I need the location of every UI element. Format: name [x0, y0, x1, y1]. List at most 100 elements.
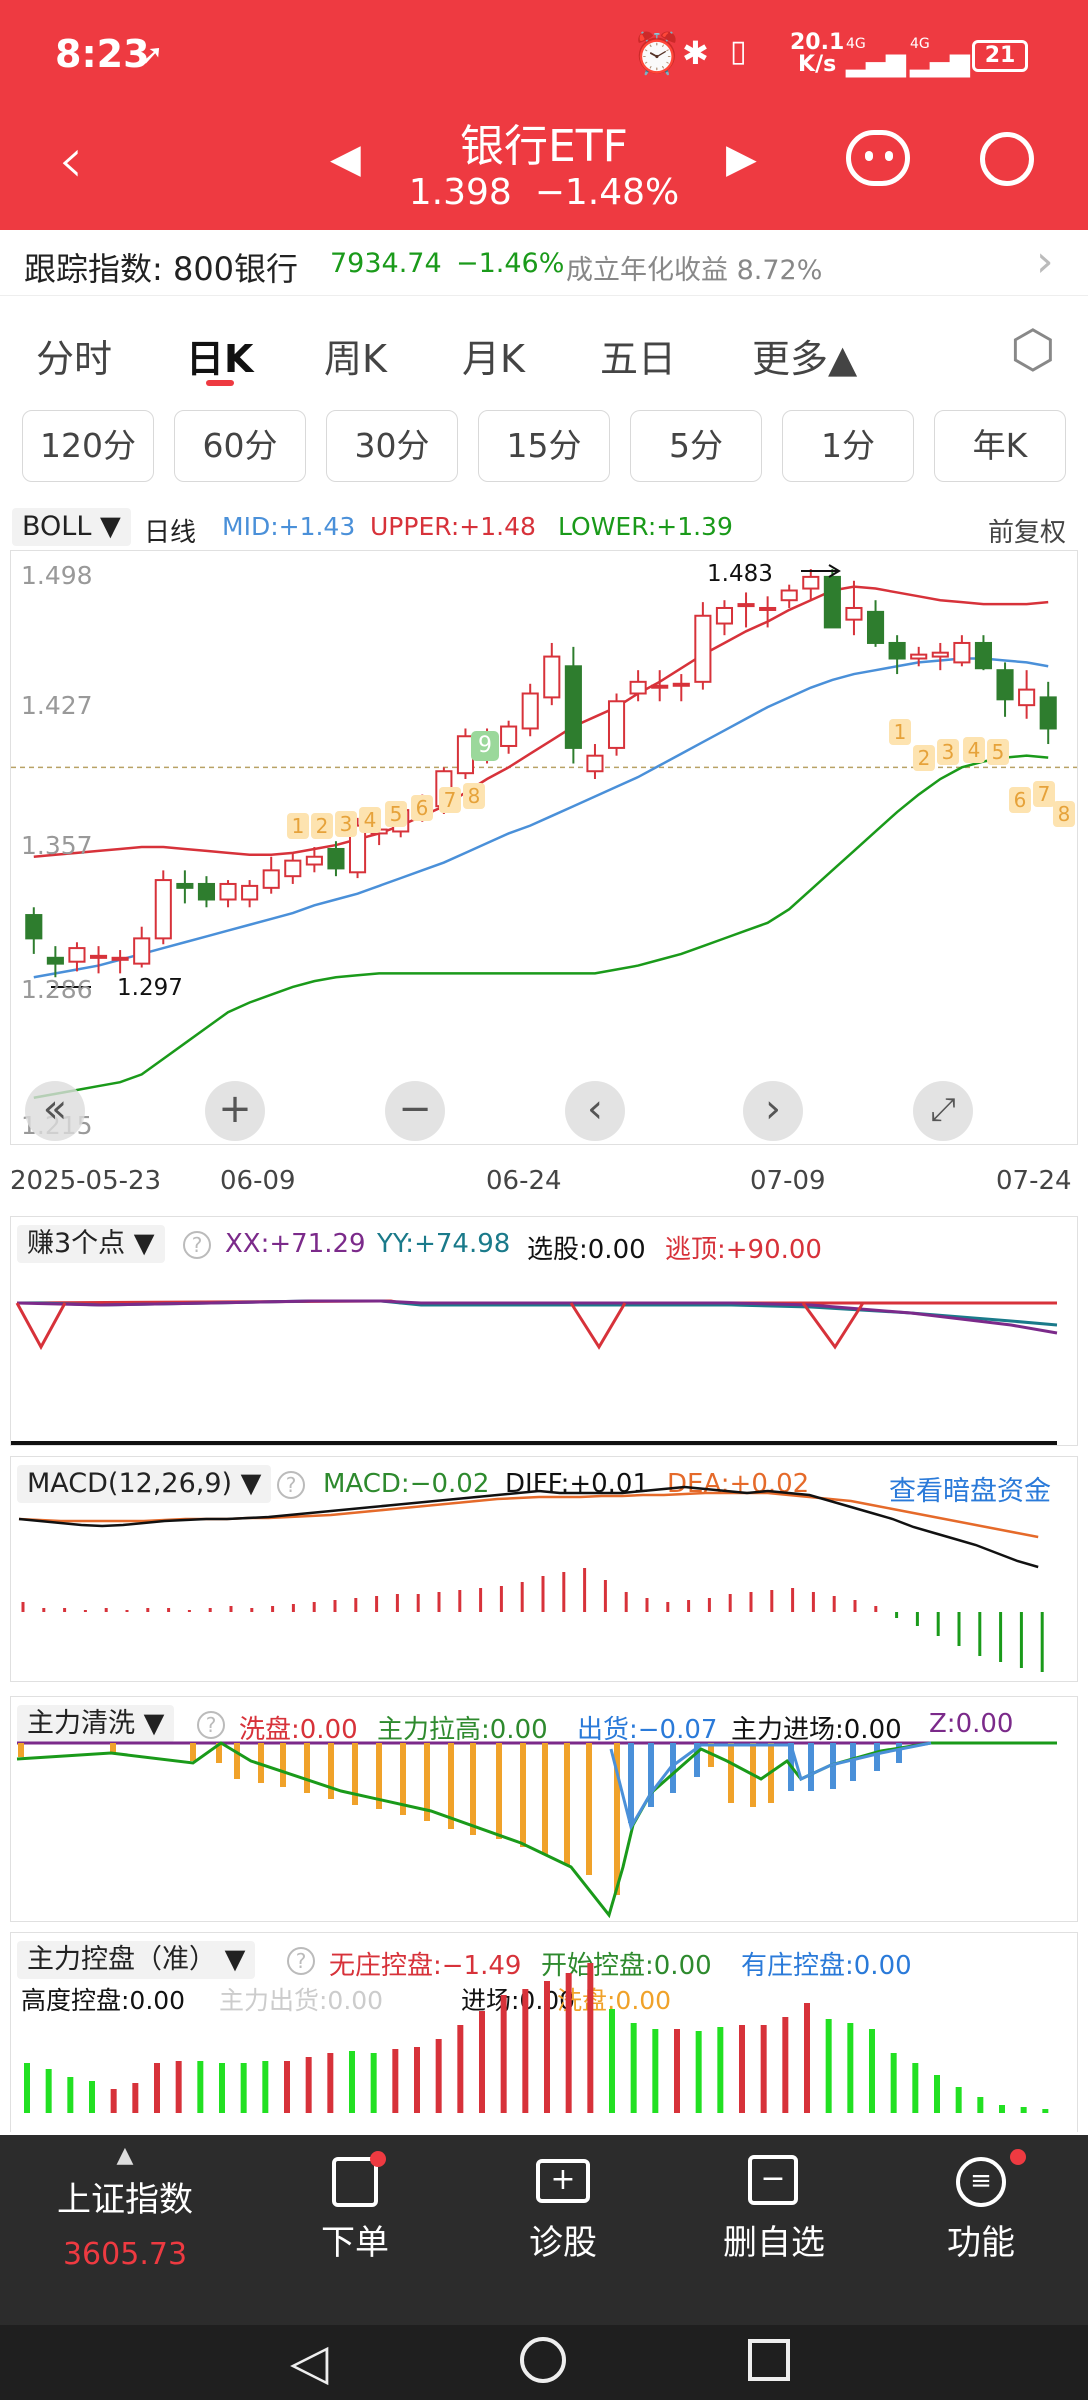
boll-mid-value: MID:+1.43 — [222, 512, 356, 541]
zoom-in-icon[interactable]: + — [205, 1081, 265, 1141]
stock-title: 银行ETF — [460, 121, 628, 172]
candle-body — [305, 855, 323, 866]
sequence-badge-text: 3 — [340, 812, 353, 836]
candle-body — [25, 914, 43, 940]
candle-body — [68, 947, 86, 963]
sequence-badge: 6 — [1009, 787, 1031, 813]
period-30min-button[interactable]: 30分 — [326, 410, 458, 482]
candle-body — [910, 653, 928, 660]
robot-icon[interactable] — [846, 130, 910, 186]
candle — [823, 569, 841, 629]
nav-order-label: 下单 — [321, 2223, 389, 2263]
period-120min-button[interactable]: 120分 — [22, 410, 154, 482]
candle-body — [219, 882, 237, 901]
period-1min-button[interactable]: 1分 — [782, 410, 914, 482]
sequence-badge: 7 — [1033, 781, 1055, 807]
y-tick-4: 1.286 — [21, 975, 93, 1004]
system-recents-icon[interactable] — [748, 2339, 790, 2381]
boll-mid-line — [33, 657, 1049, 979]
candle-body — [241, 884, 259, 901]
period-yearly-button[interactable]: 年K — [934, 410, 1066, 482]
nav-function[interactable]: ≡ 功能 — [906, 2135, 1056, 2264]
signal-icon-1: ▂▄▆ — [846, 48, 906, 78]
tracking-index-bar[interactable]: 跟踪指数: 800银行 7934.74 −1.46% 成立年化收益 8.72% … — [0, 230, 1088, 296]
tab-daily-k[interactable]: 日K — [186, 328, 253, 383]
sequence-badge: 2 — [913, 745, 935, 771]
bottom-nav: ▲ 上证指数 3605.73 下单 + 诊股 − 删自选 ≡ 功能 ◁ — [0, 2135, 1088, 2400]
nav-remove-watchlist[interactable]: − 删自选 — [694, 2135, 854, 2264]
candle-body — [759, 606, 777, 611]
next-stock-icon[interactable]: ▶ — [726, 136, 757, 182]
main-force-wash-panel[interactable]: 主力清洗 ▼ ? 洗盘:0.00 主力拉高:0.00 出货:−0.07 主力进场… — [10, 1696, 1078, 1922]
period-15min-button[interactable]: 15分 — [478, 410, 610, 482]
header: ‹ ◀ 银行ETF 1.398 −1.48% ▶ — [0, 110, 1088, 230]
sequence-badge: 8 — [1053, 801, 1075, 827]
sequence-badge-text: 4 — [364, 808, 377, 832]
candle-body — [823, 575, 841, 629]
sequence-badge: 8 — [463, 783, 485, 809]
candle-body — [629, 680, 647, 695]
search-icon[interactable] — [980, 132, 1034, 186]
tab-more[interactable]: 更多▲ — [752, 328, 857, 383]
index-ticker[interactable]: ▲ 上证指数 3605.73 — [20, 2135, 230, 2272]
candle — [996, 662, 1014, 717]
fullscreen-icon[interactable]: ⤢ — [913, 1081, 973, 1141]
move-right-icon[interactable]: › — [743, 1081, 803, 1141]
sequence-badge: 5 — [987, 739, 1009, 765]
sequence-badge: 3 — [937, 739, 959, 765]
chevron-right-icon[interactable]: › — [1036, 236, 1054, 287]
candle — [500, 720, 518, 754]
zoom-out-icon[interactable]: − — [385, 1081, 445, 1141]
nav-order[interactable]: 下单 — [280, 2135, 430, 2264]
candle-body — [694, 614, 712, 683]
nav-diagnose[interactable]: + 诊股 — [488, 2135, 638, 2264]
tracking-index-label: 跟踪指数: 800银行 — [24, 250, 299, 288]
main-force-control-panel[interactable]: 主力控盘（准） ▼ ? 无庄控盘:−1.49 开始控盘:0.00 有庄控盘:0.… — [10, 1932, 1078, 2132]
sequence-badge: 2 — [311, 813, 333, 839]
indicator-select[interactable]: BOLL ▼ — [12, 508, 131, 546]
period-60min-button[interactable]: 60分 — [174, 410, 306, 482]
candle-body — [327, 847, 345, 870]
candle — [931, 642, 949, 671]
tab-five-day[interactable]: 五日 — [600, 328, 676, 383]
system-home-icon[interactable] — [520, 2337, 566, 2383]
sequence-badge-text: 6 — [1014, 788, 1027, 812]
sequence-badge-text: 5 — [390, 802, 403, 826]
sequence-badge-text: 1 — [292, 814, 305, 838]
candle — [241, 880, 259, 908]
adjust-mode[interactable]: 前复权 — [988, 512, 1066, 549]
y-tick-1: 1.498 — [21, 561, 93, 590]
candle-body — [888, 641, 906, 660]
diff-line — [18, 1485, 1039, 1569]
earn-three-panel[interactable]: 赚3个点 ▼ ? XX:+71.29 YY:+74.98 选股:0.00 逃顶:… — [10, 1216, 1078, 1446]
candle — [154, 870, 172, 945]
system-back-icon[interactable]: ◁ — [290, 2333, 328, 2391]
kline-chart[interactable]: 1234567812345678 1.498 1.427 1.357 1.286… — [10, 550, 1078, 1145]
sequence-badge-text: 1 — [894, 720, 907, 744]
candle — [780, 584, 798, 608]
high-price-label: 1.483 — [707, 561, 773, 587]
sequence-badge-text: 8 — [468, 784, 481, 808]
lift-line — [16, 1741, 1057, 1919]
macd-panel[interactable]: MACD(12,26,9) ▼ ? MACD:−0.02 DIFF:+0.01 … — [10, 1456, 1078, 1682]
candle — [802, 569, 820, 601]
vibrate-icon: ▯ — [730, 34, 747, 69]
sequence-badge: 4 — [963, 737, 985, 763]
y-tick-3: 1.357 — [21, 831, 93, 860]
sequence-badge-text: 8 — [1058, 802, 1071, 826]
sequence-badge: 4 — [359, 807, 381, 833]
tab-monthly-k[interactable]: 月K — [462, 328, 525, 383]
candle-body — [672, 682, 690, 687]
sequence-badge-text: 6 — [416, 796, 429, 820]
move-left-icon[interactable]: ‹ — [565, 1081, 625, 1141]
tab-time-share[interactable]: 分时 — [36, 328, 112, 383]
period-5min-button[interactable]: 5分 — [630, 410, 762, 482]
tab-weekly-k[interactable]: 周K — [324, 328, 387, 383]
candle-body — [866, 610, 885, 644]
x-tick-4: 07-09 — [750, 1166, 826, 1196]
sequence-badge: 1 — [287, 813, 309, 839]
line-type-label: 日线 — [144, 518, 197, 548]
scroll-left-double-icon[interactable]: « — [25, 1081, 85, 1141]
settings-hex-icon[interactable]: ⬡ — [1010, 320, 1055, 380]
candle — [564, 646, 582, 764]
